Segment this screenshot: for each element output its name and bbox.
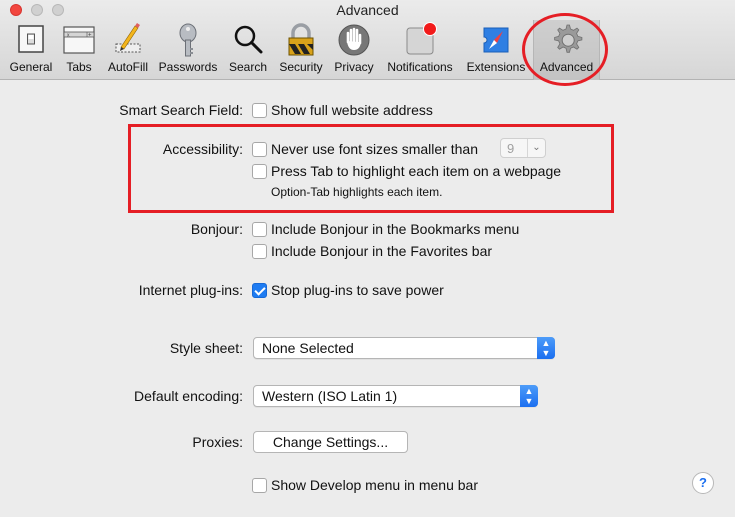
bonjour-label: Bonjour: bbox=[190, 221, 243, 237]
min-font-size-text: Never use font sizes smaller than bbox=[271, 141, 478, 157]
hand-icon bbox=[338, 24, 370, 56]
stop-plugins-checkbox[interactable] bbox=[252, 283, 267, 298]
min-font-size-checkbox[interactable] bbox=[252, 142, 267, 157]
tab-security[interactable]: Security bbox=[274, 20, 328, 78]
min-font-size-select[interactable]: 9 ⌄ bbox=[500, 138, 546, 158]
tab-label: Privacy bbox=[334, 60, 374, 74]
up-down-chevron-icon: ▲ ▼ bbox=[537, 337, 555, 359]
option-tab-note: Option-Tab highlights each item. bbox=[271, 185, 443, 199]
window-title: Advanced bbox=[336, 2, 399, 18]
show-develop-menu-checkbox[interactable] bbox=[252, 478, 267, 493]
encoding-label: Default encoding: bbox=[134, 388, 243, 404]
min-font-size-value: 9 bbox=[507, 141, 515, 156]
tab-passwords[interactable]: Passwords bbox=[155, 20, 221, 78]
tab-highlight-text: Press Tab to highlight each item on a we… bbox=[271, 163, 562, 179]
tab-highlight-row: Press Tab to highlight each item on a we… bbox=[0, 162, 735, 182]
tab-general[interactable]: General bbox=[5, 20, 57, 78]
tab-label: General bbox=[9, 60, 53, 74]
smart-search-row: Smart Search Field: Show full website ad… bbox=[0, 101, 735, 121]
tab-privacy[interactable]: Privacy bbox=[331, 20, 377, 78]
tab-notifications[interactable]: Notifications bbox=[381, 20, 459, 78]
bonjour-favorites-row: Include Bonjour in the Favorites bar bbox=[0, 242, 735, 262]
toolbar: Advanced General x + Tabs AutoFill Passw… bbox=[0, 0, 735, 80]
tab-tabs[interactable]: x + Tabs bbox=[60, 20, 98, 78]
plugins-label: Internet plug-ins: bbox=[138, 282, 243, 298]
help-button[interactable]: ? bbox=[692, 472, 714, 494]
encoding-value: Western (ISO Latin 1) bbox=[262, 388, 398, 404]
show-develop-menu-text: Show Develop menu in menu bar bbox=[271, 477, 479, 493]
tab-extensions[interactable]: Extensions bbox=[463, 20, 529, 78]
accessibility-row: Accessibility: Never use font sizes smal… bbox=[0, 140, 735, 160]
tab-advanced[interactable]: Advanced bbox=[533, 20, 600, 80]
proxies-label: Proxies: bbox=[192, 434, 243, 450]
tab-label: Search bbox=[228, 60, 268, 74]
key-icon bbox=[179, 23, 197, 57]
svg-text:+: + bbox=[88, 33, 92, 39]
bonjour-bookmarks-row: Bonjour: Include Bonjour in the Bookmark… bbox=[0, 220, 735, 240]
up-down-chevron-icon: ▲ ▼ bbox=[520, 385, 538, 407]
show-full-address-checkbox[interactable] bbox=[252, 103, 267, 118]
tab-label: Notifications bbox=[387, 60, 453, 74]
general-switch-icon bbox=[18, 25, 44, 53]
tab-autofill[interactable]: AutoFill bbox=[103, 20, 153, 78]
autofill-pencil-icon bbox=[115, 23, 141, 53]
bonjour-bookmarks-checkbox[interactable] bbox=[252, 222, 267, 237]
plugins-row: Internet plug-ins: Stop plug-ins to save… bbox=[0, 281, 735, 301]
bonjour-favorites-checkbox[interactable] bbox=[252, 244, 267, 259]
show-full-address-text: Show full website address bbox=[271, 102, 433, 118]
develop-row: Show Develop menu in menu bar bbox=[0, 476, 735, 496]
change-settings-button[interactable]: Change Settings... bbox=[253, 431, 408, 453]
stylesheet-value: None Selected bbox=[262, 340, 354, 356]
tab-highlight-checkbox[interactable] bbox=[252, 164, 267, 179]
tab-label: Passwords bbox=[158, 60, 218, 74]
tab-label: Tabs bbox=[66, 60, 92, 74]
tab-search[interactable]: Search bbox=[225, 20, 271, 78]
magnifier-icon bbox=[234, 25, 263, 54]
tab-label: Extensions bbox=[466, 60, 526, 74]
stylesheet-popup[interactable]: None Selected ▲ ▼ bbox=[253, 337, 555, 359]
tab-label: AutoFill bbox=[107, 60, 148, 74]
stylesheet-label: Style sheet: bbox=[169, 340, 243, 356]
padlock-icon bbox=[288, 23, 314, 56]
encoding-popup[interactable]: Western (ISO Latin 1) ▲ ▼ bbox=[253, 385, 538, 407]
bonjour-bookmarks-text: Include Bonjour in the Bookmarks menu bbox=[271, 221, 520, 237]
tab-label: Advanced bbox=[539, 60, 594, 74]
notification-badge-icon bbox=[406, 22, 437, 55]
safari-advanced-preferences-window: Advanced General x + Tabs AutoFill Passw… bbox=[0, 0, 735, 517]
gear-icon bbox=[553, 24, 582, 53]
smart-search-label: Smart Search Field: bbox=[119, 102, 243, 118]
accessibility-label: Accessibility: bbox=[162, 141, 243, 157]
puzzle-compass-icon bbox=[483, 27, 509, 53]
tab-label: Security bbox=[279, 60, 323, 74]
stop-plugins-text: Stop plug-ins to save power bbox=[271, 282, 444, 298]
bonjour-favorites-text: Include Bonjour in the Favorites bar bbox=[271, 243, 493, 259]
chevron-down-icon: ⌄ bbox=[527, 139, 545, 157]
tabs-icon: x + bbox=[63, 26, 95, 54]
